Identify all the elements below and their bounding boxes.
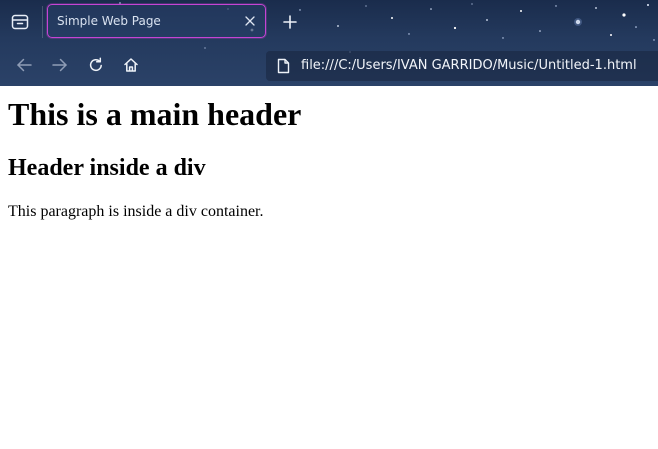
page-icon bbox=[275, 57, 291, 75]
tab-manager-button[interactable] bbox=[6, 8, 34, 36]
url-text[interactable]: file:///C:/Users/IVAN GARRIDO/Music/Unti… bbox=[301, 58, 637, 73]
home-button[interactable] bbox=[117, 51, 145, 79]
div-header: Header inside a div bbox=[8, 155, 206, 181]
arrow-right-icon bbox=[52, 58, 67, 72]
browser-chrome: Simple Web Page file:///C:/Users/IVAN GA… bbox=[0, 0, 658, 86]
navigation-toolbar: file:///C:/Users/IVAN GARRIDO/Music/Unti… bbox=[0, 44, 658, 86]
forward-button[interactable] bbox=[46, 51, 74, 79]
tab-strip-divider bbox=[42, 6, 43, 38]
reload-button[interactable] bbox=[82, 51, 110, 79]
home-icon bbox=[124, 58, 138, 72]
page-content: This is a main header Header inside a di… bbox=[0, 86, 658, 449]
tab-simple-web-page[interactable]: Simple Web Page bbox=[47, 4, 266, 38]
main-header: This is a main header bbox=[8, 96, 302, 132]
div-paragraph: This paragraph is inside a div container… bbox=[8, 203, 264, 220]
tab-manager-icon bbox=[11, 14, 29, 30]
tab-title: Simple Web Page bbox=[57, 14, 161, 28]
new-tab-button[interactable] bbox=[276, 8, 304, 36]
reload-icon bbox=[89, 57, 102, 72]
tab-close-button[interactable] bbox=[243, 14, 257, 28]
arrow-left-icon bbox=[17, 58, 32, 72]
back-button[interactable] bbox=[10, 51, 38, 79]
plus-icon bbox=[283, 15, 297, 29]
close-icon bbox=[245, 16, 255, 26]
address-bar[interactable]: file:///C:/Users/IVAN GARRIDO/Music/Unti… bbox=[266, 51, 658, 81]
tab-strip: Simple Web Page bbox=[0, 0, 658, 44]
